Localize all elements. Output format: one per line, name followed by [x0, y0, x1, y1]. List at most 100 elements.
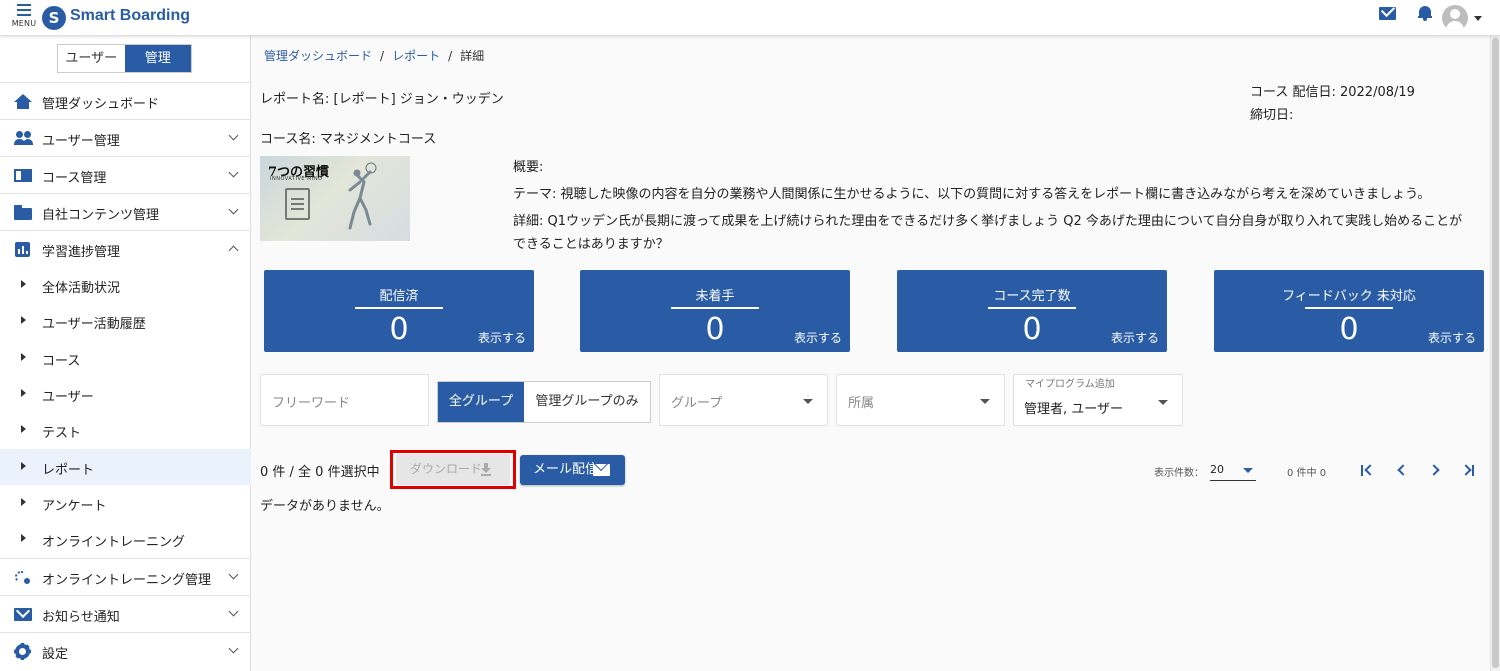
chevron-down-icon	[228, 130, 239, 141]
menu-button[interactable]: MENU	[10, 4, 38, 34]
sidebar-subitem-label: レポート	[42, 463, 95, 478]
sidebar-subitem-label: ユーザー	[42, 390, 94, 405]
prev-page-button[interactable]	[1393, 462, 1413, 478]
caret-right-icon	[21, 425, 26, 433]
sidebar-subitem-test[interactable]: テスト	[0, 412, 251, 448]
caret-down-icon	[980, 399, 990, 404]
breadcrumb-report[interactable]: レポート	[392, 49, 440, 63]
sidebar-subitem-survey[interactable]: アンケート	[0, 485, 251, 521]
sidebar-item-content-management[interactable]: 自社コンテンツ管理	[0, 193, 251, 230]
sidebar-item-course-management[interactable]: コース管理	[0, 156, 251, 193]
scrollbar-thumb[interactable]	[1492, 38, 1499, 668]
stat-label: 未着手	[695, 289, 735, 304]
download-icon	[481, 463, 491, 476]
download-button[interactable]: ダウンロード	[396, 454, 510, 485]
mail-send-button[interactable]: メール配信	[520, 455, 625, 485]
sidebar-item-online-training-management[interactable]: オンライントレーニング管理	[0, 558, 251, 595]
last-page-icon	[1460, 464, 1472, 476]
per-page-select[interactable]: 20	[1210, 459, 1256, 481]
stat-label: フィードバック 未対応	[1282, 289, 1416, 304]
stat-card-course-completed: コース完了数 0 表示する	[897, 270, 1167, 352]
toggle-admin[interactable]: 管理	[124, 45, 191, 72]
document-icon	[285, 188, 310, 220]
group-select[interactable]: グループ	[659, 374, 828, 426]
sidebar-subitem-overall-activity[interactable]: 全体活動状況	[0, 267, 251, 303]
logo-icon: S	[42, 6, 66, 30]
mail-send-label: メール配信	[533, 462, 599, 477]
seg-all-groups[interactable]: 全グループ	[438, 382, 524, 422]
next-page-button[interactable]	[1426, 462, 1446, 478]
empty-message: データがありません。	[260, 499, 390, 514]
sidebar-subitem-online-training[interactable]: オンライントレーニング	[0, 521, 251, 557]
date-block: コース 配信日: 2022/08/19 締切日:	[1250, 81, 1415, 127]
sidebar-item-label: オンライントレーニング管理	[42, 573, 212, 588]
breadcrumb: 管理ダッシュボード / レポート / 詳細	[264, 49, 485, 63]
sidebar-item-dashboard[interactable]: 管理ダッシュボード	[0, 82, 251, 119]
training-icon	[14, 570, 32, 585]
sidebar-subitem-label: ユーザー活動履歴	[42, 317, 146, 332]
myprogram-select[interactable]: マイプログラム追加 管理者, ユーザー	[1013, 374, 1183, 426]
caret-right-icon	[21, 316, 26, 324]
affiliation-select[interactable]: 所属	[836, 374, 1005, 426]
main-content: 管理ダッシュボード / レポート / 詳細 レポート名: [レポート] ジョン・ウッデン…	[251, 36, 1490, 671]
course-thumbnail: 7つの習慣 INNOVATIVE MIND	[260, 156, 410, 241]
account-menu[interactable]	[1432, 5, 1482, 31]
sidebar-item-user-management[interactable]: ユーザー管理	[0, 119, 251, 156]
basketball-player-figure	[348, 162, 377, 230]
stat-label: 配信済	[379, 289, 419, 304]
sidebar-subitem-label: アンケート	[42, 499, 107, 514]
chevron-down-icon	[228, 569, 239, 580]
mail-icon[interactable]	[1379, 7, 1396, 20]
chevron-left-icon	[1397, 464, 1409, 476]
caret-right-icon	[21, 498, 26, 506]
stat-show-link[interactable]: 表示する	[1428, 329, 1476, 346]
breadcrumb-dashboard[interactable]: 管理ダッシュボード	[264, 49, 372, 63]
caret-right-icon	[21, 462, 26, 470]
sidebar-subitem-user[interactable]: ユーザー	[0, 376, 251, 412]
caret-right-icon	[21, 353, 26, 361]
course-name: コース名: マネジメントコース	[260, 132, 437, 147]
stat-card-delivered: 配信済 0 表示する	[264, 270, 534, 352]
first-page-icon	[1364, 464, 1376, 476]
report-description: 概要: テーマ: 視聴した映像の内容を自分の業務や人間関係に生かせるように、以下…	[513, 156, 1473, 260]
stat-show-link[interactable]: 表示する	[794, 329, 842, 346]
delivery-date: コース 配信日: 2022/08/19	[1250, 85, 1415, 100]
sidebar-item-progress-management[interactable]: 学習進捗管理	[0, 230, 251, 267]
first-page-button[interactable]	[1359, 462, 1379, 478]
selection-count: 0 件 / 全 0 件選択中	[260, 465, 380, 480]
theme-text: テーマ: 視聴した映像の内容を自分の業務や人間関係に生かせるように、以下の質問に…	[513, 187, 1431, 202]
bell-icon[interactable]	[1418, 5, 1432, 21]
sidebar-item-label: 管理ダッシュボード	[42, 97, 160, 112]
thumbnail-subtitle: INNOVATIVE MIND	[270, 176, 323, 182]
stat-label: コース完了数	[993, 289, 1071, 304]
detail-text: 詳細: Q1ウッデン氏が長期に渡って成果を上げ続けられた理由をできるだけ多く挙げ…	[513, 214, 1463, 252]
sidebar-item-notifications[interactable]: お知らせ通知	[0, 595, 251, 632]
stat-card-not-started: 未着手 0 表示する	[580, 270, 850, 352]
caret-down-icon	[1158, 400, 1168, 405]
sidebar-item-settings[interactable]: 設定	[0, 632, 251, 669]
sidebar: ユーザー 管理 管理ダッシュボード ユーザー管理 コース管理 自社コンテンツ管理…	[0, 36, 251, 671]
stat-show-link[interactable]: 表示する	[1111, 329, 1159, 346]
sidebar-subitem-label: 全体活動状況	[42, 281, 121, 296]
seg-admin-groups[interactable]: 管理グループのみ	[524, 382, 650, 422]
sidebar-subitem-report[interactable]: レポート	[0, 449, 251, 485]
sidebar-subitem-user-activity[interactable]: ユーザー活動履歴	[0, 303, 251, 339]
sidebar-subitem-label: オンライントレーニング	[42, 535, 186, 550]
freeword-input[interactable]: フリーワード	[260, 374, 429, 426]
home-icon	[14, 94, 32, 109]
book-icon	[14, 168, 32, 183]
last-page-button[interactable]	[1458, 462, 1478, 478]
sidebar-subitem-label: テスト	[42, 426, 82, 441]
group-scope-toggle: 全グループ 管理グループのみ	[437, 381, 651, 423]
range-text: 0 件中 0	[1287, 468, 1327, 479]
gear-icon	[14, 644, 32, 659]
chevron-down-icon	[228, 204, 239, 215]
sidebar-item-label: 学習進捗管理	[42, 245, 121, 260]
stat-card-feedback-pending: フィードバック 未対応 0 表示する	[1214, 270, 1484, 352]
stat-show-link[interactable]: 表示する	[478, 329, 526, 346]
sidebar-subitem-course[interactable]: コース	[0, 340, 251, 376]
sidebar-subitem-label: コース	[42, 354, 81, 369]
toggle-user[interactable]: ユーザー	[58, 45, 125, 72]
chevron-down-icon	[228, 643, 239, 654]
bar-chart-icon	[14, 242, 32, 257]
